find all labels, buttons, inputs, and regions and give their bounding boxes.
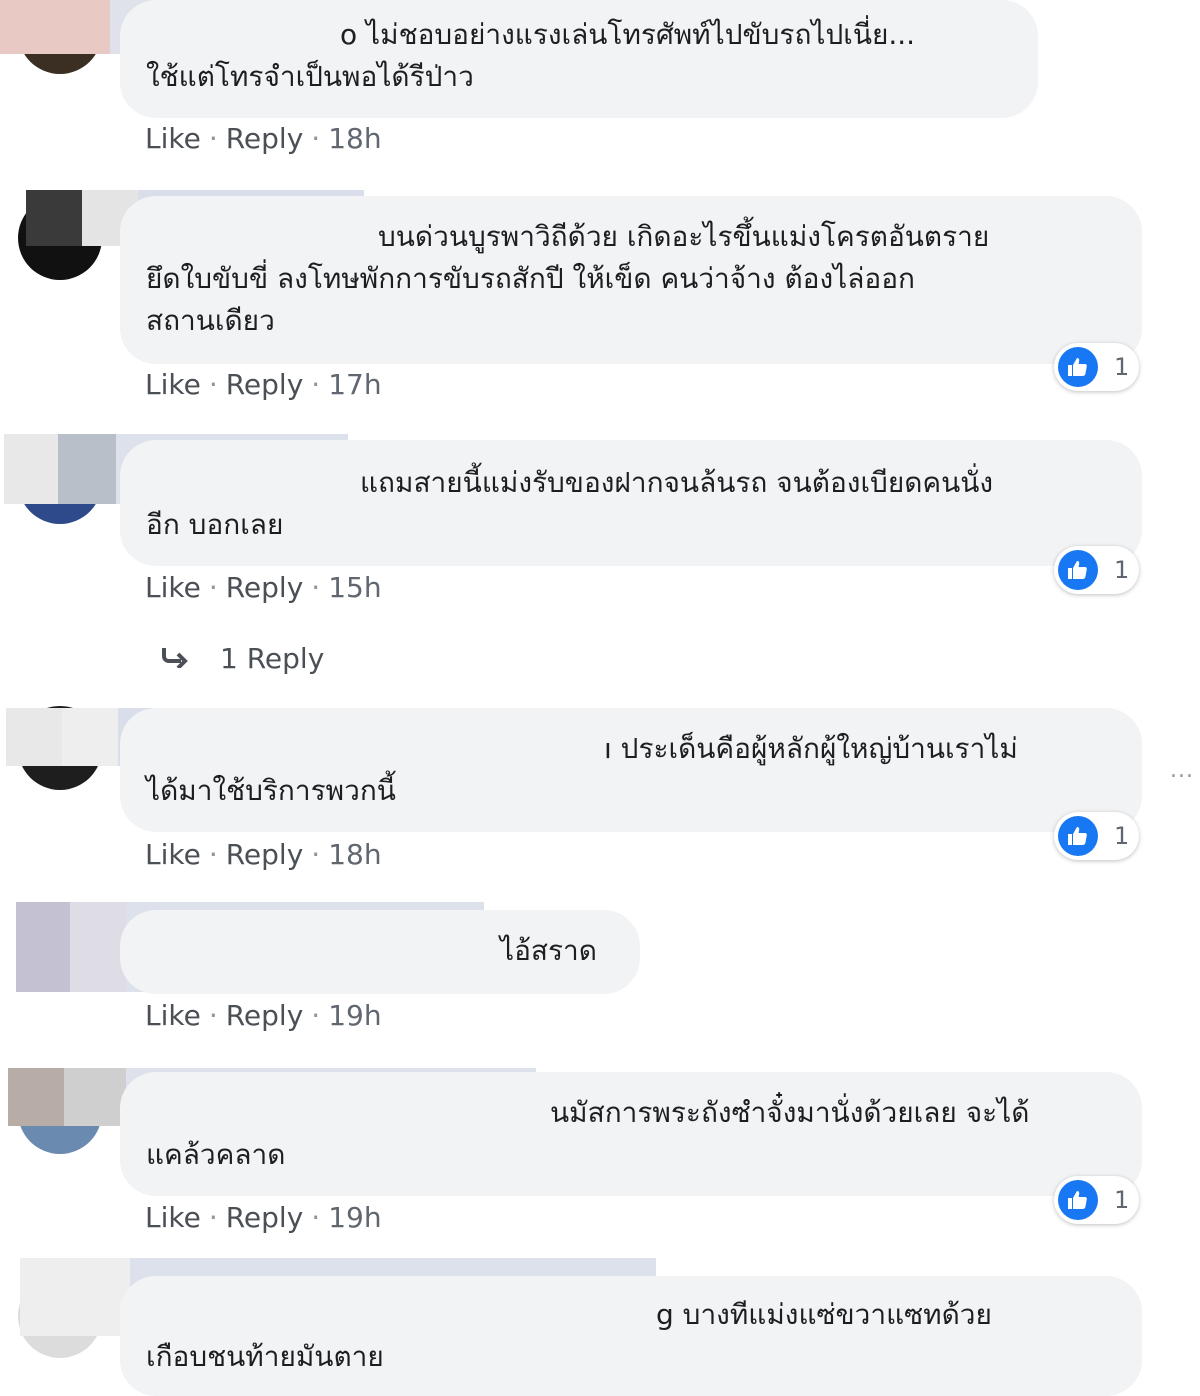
timestamp[interactable]: 19h xyxy=(328,1201,381,1234)
comment-actions: Like · Reply · 19h xyxy=(145,999,382,1032)
reaction-count[interactable]: 1 xyxy=(1054,546,1140,594)
comment-text: o ไม่ชอบอย่างแรงเล่นโทรศัพท์ไปขับรถไปเนี… xyxy=(340,18,916,51)
comment-text: ใช้แต่โทรจำเป็นพอได้รีป่าว xyxy=(146,60,474,93)
like-link[interactable]: Like xyxy=(145,571,201,604)
reply-link[interactable]: Reply xyxy=(226,838,304,871)
like-link[interactable]: Like xyxy=(145,1201,201,1234)
like-link[interactable]: Like xyxy=(145,999,201,1032)
thumbs-up-icon xyxy=(1058,816,1098,856)
comment-text: นมัสการพระถังซำจั๋งมานั่งด้วยเลย จะได้ xyxy=(550,1096,1030,1129)
like-link[interactable]: Like xyxy=(145,838,201,871)
replies-count-label: 1 Reply xyxy=(220,642,325,675)
reaction-count[interactable]: 1 xyxy=(1054,1176,1140,1224)
comment-text: แคล้วคลาด xyxy=(146,1138,286,1171)
reply-arrow-icon xyxy=(160,642,200,675)
comment-text: ได้มาใช้บริการพวกนี้ xyxy=(146,774,396,807)
comment-text: แถมสายนี้แม่งรับของฝากจนล้นรถ จนต้องเบีย… xyxy=(360,466,994,499)
comment-text: ยึดใบขับขี่ ลงโทษพักการขับรถสักปี ให้เข็… xyxy=(146,262,915,295)
more-options-icon[interactable]: ... xyxy=(1170,758,1194,783)
comment-text: ı ประเด็นคือผู้หลักผู้ใหญ่บ้านเราไม่ xyxy=(604,732,1018,765)
timestamp[interactable]: 19h xyxy=(328,999,381,1032)
timestamp[interactable]: 18h xyxy=(328,838,381,871)
thumbs-up-icon xyxy=(1058,550,1098,590)
reaction-count[interactable]: 1 xyxy=(1054,343,1140,391)
comment-actions: Like · Reply · 18h xyxy=(145,838,382,871)
thumbs-up-icon xyxy=(1058,347,1098,387)
comment-actions: Like · Reply · 15h xyxy=(145,571,382,604)
comment-text: สถานเดียว xyxy=(146,304,275,337)
comment-text: เกือบชนท้ายมันตาย xyxy=(146,1340,384,1373)
reply-link[interactable]: Reply xyxy=(226,1201,304,1234)
comment-text: ไอ้สราด xyxy=(500,934,597,967)
timestamp[interactable]: 18h xyxy=(328,122,381,155)
timestamp[interactable]: 17h xyxy=(328,368,381,401)
view-replies-link[interactable]: 1 Reply xyxy=(160,642,324,675)
reply-link[interactable]: Reply xyxy=(226,368,304,401)
like-link[interactable]: Like xyxy=(145,122,201,155)
comment-actions: Like · Reply · 17h xyxy=(145,368,382,401)
thumbs-up-icon xyxy=(1058,1180,1098,1220)
reply-link[interactable]: Reply xyxy=(226,999,304,1032)
reply-link[interactable]: Reply xyxy=(226,122,304,155)
comment-text: บนด่วนบูรพาวิถีด้วย เกิดอะไรขึ้นแม่งโครต… xyxy=(378,220,990,253)
reply-link[interactable]: Reply xyxy=(226,571,304,604)
comment-actions: Like · Reply · 18h xyxy=(145,122,382,155)
timestamp[interactable]: 15h xyxy=(328,571,381,604)
comment-text: g บางทีแม่งแซ่ขวาแซทด้วย xyxy=(656,1298,992,1331)
comment-text: อีก บอกเลย xyxy=(146,508,284,541)
reaction-count[interactable]: 1 xyxy=(1054,812,1140,860)
comment-actions: Like · Reply · 19h xyxy=(145,1201,382,1234)
like-link[interactable]: Like xyxy=(145,368,201,401)
